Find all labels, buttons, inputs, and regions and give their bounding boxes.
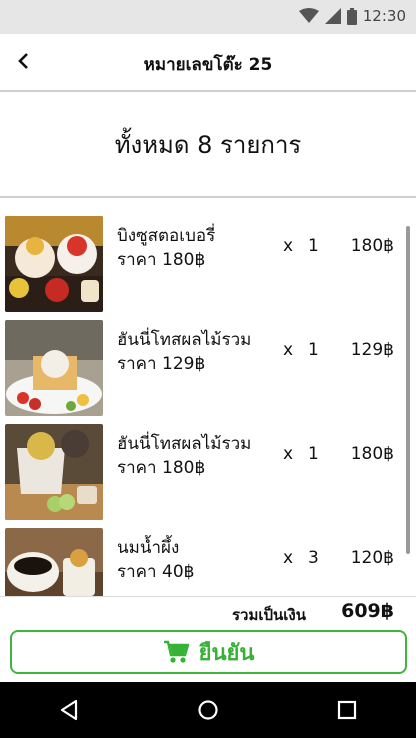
item-name: นมน้ำผึ้ง — [117, 538, 180, 558]
food-image — [5, 320, 103, 416]
cell-signal-icon — [324, 8, 341, 24]
status-bar: 12:30 — [0, 0, 416, 34]
nav-back-button[interactable] — [39, 690, 99, 730]
item-quantity: 1 — [308, 340, 319, 360]
qty-multiplier: x — [283, 548, 294, 568]
order-summary: ทั้งหมด 8 รายการ — [0, 92, 416, 198]
recents-square-icon — [337, 700, 356, 720]
item-quantity: 1 — [308, 236, 319, 256]
top-bar: หมายเลขโต๊ะ 25 — [0, 34, 416, 92]
item-line-total: 180฿ — [350, 444, 394, 464]
list-item[interactable]: นมน้ำผึ้ง ราคา 40฿ x 3 120฿ — [0, 522, 408, 596]
home-circle-icon — [198, 700, 218, 720]
order-item-list[interactable]: บิงซูสตอเบอรี่ ราคา 180฿ x 1 180฿ ฮันนี่… — [0, 210, 416, 596]
total-bar: รวมเป็นเงิน 609฿ — [0, 596, 416, 628]
qty-multiplier: x — [283, 340, 294, 360]
item-quantity: 1 — [308, 444, 319, 464]
nav-recents-button[interactable] — [317, 690, 377, 730]
item-price: ราคา 40฿ — [117, 562, 195, 582]
list-item[interactable]: ฮันนี่โทสผลไม้รวม ราคา 129฿ x 1 129฿ — [0, 314, 408, 416]
nav-home-button[interactable] — [178, 690, 238, 730]
item-name: ฮันนี่โทสผลไม้รวม — [117, 434, 252, 454]
status-time: 12:30 — [362, 7, 406, 25]
total-value: 609฿ — [341, 600, 394, 622]
item-price: ราคา 129฿ — [117, 354, 206, 374]
list-scrollbar[interactable] — [406, 226, 410, 554]
confirm-label: ยืนยัน — [198, 640, 255, 666]
page-title: หมายเลขโต๊ะ 25 — [143, 55, 273, 75]
status-icons: 12:30 — [298, 7, 406, 25]
item-line-total: 120฿ — [350, 548, 394, 568]
total-label: รวมเป็นเงิน — [232, 606, 306, 624]
list-item[interactable]: ฮันนี่โทสผลไม้รวม ราคา 180฿ x 1 180฿ — [0, 418, 408, 520]
system-nav-bar — [0, 682, 416, 738]
item-quantity: 3 — [308, 548, 319, 568]
food-image — [5, 528, 103, 596]
item-name: บิงซูสตอเบอรี่ — [117, 226, 216, 246]
back-triangle-icon — [61, 699, 78, 721]
item-price: ราคา 180฿ — [117, 250, 206, 270]
food-image — [5, 216, 103, 312]
item-name: ฮันนี่โทสผลไม้รวม — [117, 330, 252, 350]
battery-icon — [346, 7, 357, 25]
item-line-total: 180฿ — [350, 236, 394, 256]
qty-multiplier: x — [283, 444, 294, 464]
list-item[interactable]: บิงซูสตอเบอรี่ ราคา 180฿ x 1 180฿ — [0, 210, 408, 312]
shopping-cart-icon — [163, 640, 189, 663]
confirm-button[interactable]: ยืนยัน — [10, 630, 407, 674]
item-price: ราคา 180฿ — [117, 458, 206, 478]
item-line-total: 129฿ — [350, 340, 394, 360]
food-image — [5, 424, 103, 520]
wifi-icon — [298, 8, 319, 24]
qty-multiplier: x — [283, 236, 294, 256]
